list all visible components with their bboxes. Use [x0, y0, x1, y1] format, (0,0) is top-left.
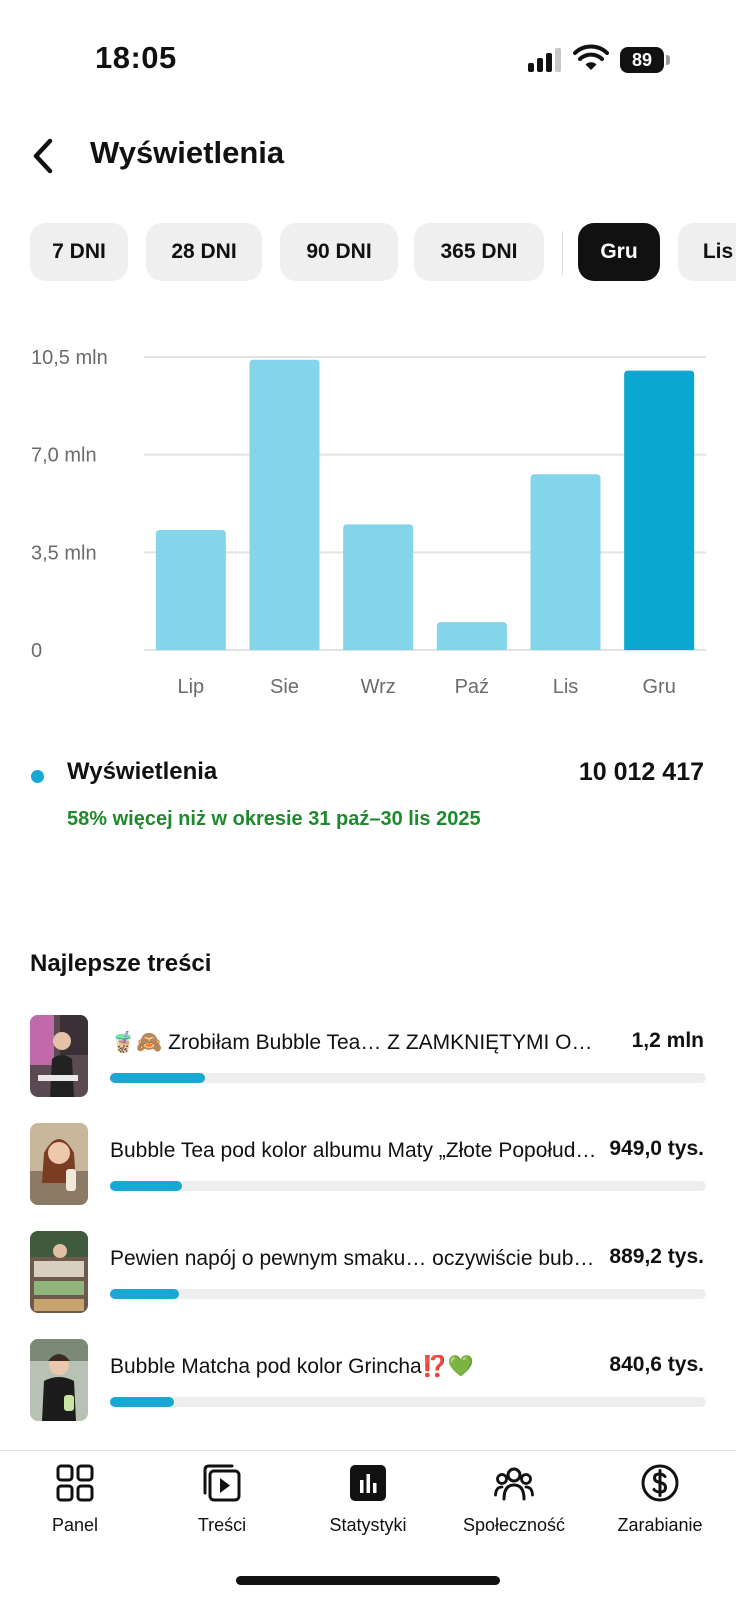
- status-bar: 18:05 89: [0, 0, 736, 120]
- summary-label: Wyświetlenia: [67, 758, 218, 785]
- x-tick-label: Sie: [270, 676, 299, 698]
- filter-chip-december[interactable]: Gru: [578, 223, 660, 281]
- filter-chip-november[interactable]: Lis: [678, 223, 736, 281]
- community-icon: [494, 1467, 534, 1501]
- chart-bar-3: [436, 622, 507, 650]
- content-item-title: Bubble Tea pod kolor albumu Maty „Złote …: [110, 1139, 600, 1162]
- nav-label-stats: Statystyki: [329, 1515, 407, 1535]
- content-item-title: Bubble Matcha pod kolor Grincha⁉️💚: [110, 1355, 474, 1378]
- summary-comparison: 58% więcej niż w okresie 31 paź–30 lis 2…: [67, 808, 481, 830]
- content-item[interactable]: 🧋🙈 Zrobiłam Bubble Tea… Z ZAMKNIĘTYMI OC…: [0, 1015, 736, 1099]
- content-item-views: 1,2 mln: [631, 1029, 704, 1052]
- filter-chip-90-days[interactable]: 90 DNI: [280, 223, 398, 281]
- content-item-progress-fill: [110, 1289, 179, 1299]
- header: Wyświetlenia: [0, 125, 736, 185]
- chart-bar-5: [624, 370, 695, 650]
- filter-chip-365-days[interactable]: 365 DNI: [414, 223, 544, 281]
- battery-icon: 89: [620, 47, 670, 73]
- x-tick-label: Lis: [553, 676, 579, 698]
- x-tick-label: Gru: [642, 676, 675, 698]
- content-item-title: Pewien napój o pewnym smaku… oczywiście …: [110, 1247, 600, 1270]
- content-item-progress-track: [110, 1181, 706, 1191]
- y-tick-label: 3,5 mln: [31, 542, 97, 564]
- nav-item-panel[interactable]: Panel: [5, 1451, 145, 1551]
- content-play-icon: [203, 1464, 241, 1502]
- x-tick-label: Paź: [455, 676, 489, 698]
- content-item-title: 🧋🙈 Zrobiłam Bubble Tea… Z ZAMKNIĘTYMI OC…: [110, 1031, 600, 1054]
- stats-icon: [350, 1465, 386, 1501]
- dollar-icon: [641, 1464, 679, 1502]
- series-dot-icon: [31, 770, 44, 783]
- home-indicator: [236, 1576, 500, 1585]
- content-item-progress-track: [110, 1289, 706, 1299]
- nav-label-content: Treści: [197, 1515, 247, 1535]
- nav-label-panel: Panel: [51, 1515, 99, 1535]
- content-item-progress-track: [110, 1397, 706, 1407]
- content-item-progress-track: [110, 1073, 706, 1083]
- nav-label-monetization: Zarabianie: [617, 1515, 703, 1535]
- video-thumbnail: [30, 1231, 88, 1313]
- content-item[interactable]: Bubble Tea pod kolor albumu Maty „Złote …: [0, 1123, 736, 1207]
- content-item-progress-fill: [110, 1073, 206, 1083]
- cellular-signal-icon: [528, 48, 564, 72]
- nav-item-stats[interactable]: Statystyki: [298, 1451, 438, 1551]
- video-thumbnail: [30, 1339, 88, 1421]
- chart-bar-2: [343, 524, 414, 650]
- content-item[interactable]: Pewien napój o pewnym smaku… oczywiście …: [0, 1231, 736, 1315]
- y-tick-label: 10,5 mln: [31, 347, 108, 369]
- nav-label-community: Społeczność: [462, 1515, 566, 1535]
- views-summary: Wyświetlenia 10 012 417 58% więcej niż w…: [0, 758, 736, 838]
- chevron-left-icon[interactable]: [28, 137, 58, 175]
- nav-item-monetization[interactable]: Zarabianie: [590, 1451, 730, 1551]
- nav-item-content[interactable]: Treści: [152, 1451, 292, 1551]
- status-time: 18:05: [95, 40, 177, 75]
- chip-divider: [562, 231, 563, 275]
- views-bar-chart: 10,5 mln 7,0 mln 3,5 mln 0 Lip Sie Wrz Paź Lis Gr…: [0, 330, 736, 710]
- content-item[interactable]: Bubble Matcha pod kolor Grincha⁉️💚 840,6…: [0, 1339, 736, 1423]
- content-item-views: 840,6 tys.: [609, 1353, 704, 1376]
- content-item-views: 889,2 tys.: [609, 1245, 704, 1268]
- dashboard-icon: [56, 1464, 94, 1502]
- top-content-title: Najlepsze treści: [30, 950, 212, 977]
- y-tick-label: 0: [31, 640, 42, 662]
- chart-bar-1: [249, 359, 320, 650]
- summary-value: 10 012 417: [578, 758, 704, 786]
- x-tick-label: Wrz: [361, 676, 396, 698]
- chart-bar-0: [155, 530, 226, 650]
- chart-svg: 10,5 mln 7,0 mln 3,5 mln 0 Lip Sie Wrz Paź Lis Gr…: [31, 347, 706, 698]
- content-item-views: 949,0 tys.: [609, 1137, 704, 1160]
- video-thumbnail: [30, 1123, 88, 1205]
- bottom-navigation: Panel Treści Statystyki Społeczność Zara…: [0, 1450, 736, 1550]
- wifi-icon: [573, 44, 609, 70]
- battery-level: 89: [620, 47, 664, 73]
- filter-chip-28-days[interactable]: 28 DNI: [146, 223, 262, 281]
- content-item-progress-fill: [110, 1397, 175, 1407]
- video-thumbnail: [30, 1015, 88, 1097]
- period-filter-chips: 7 DNI 28 DNI 90 DNI 365 DNI Gru Lis: [30, 223, 736, 283]
- filter-chip-7-days[interactable]: 7 DNI: [30, 223, 128, 281]
- page-title: Wyświetlenia: [90, 135, 285, 170]
- chart-bar-4: [530, 474, 601, 650]
- content-item-progress-fill: [110, 1181, 182, 1191]
- nav-item-community[interactable]: Społeczność: [444, 1451, 584, 1551]
- y-tick-label: 7,0 mln: [31, 445, 97, 467]
- x-tick-label: Lip: [177, 676, 204, 698]
